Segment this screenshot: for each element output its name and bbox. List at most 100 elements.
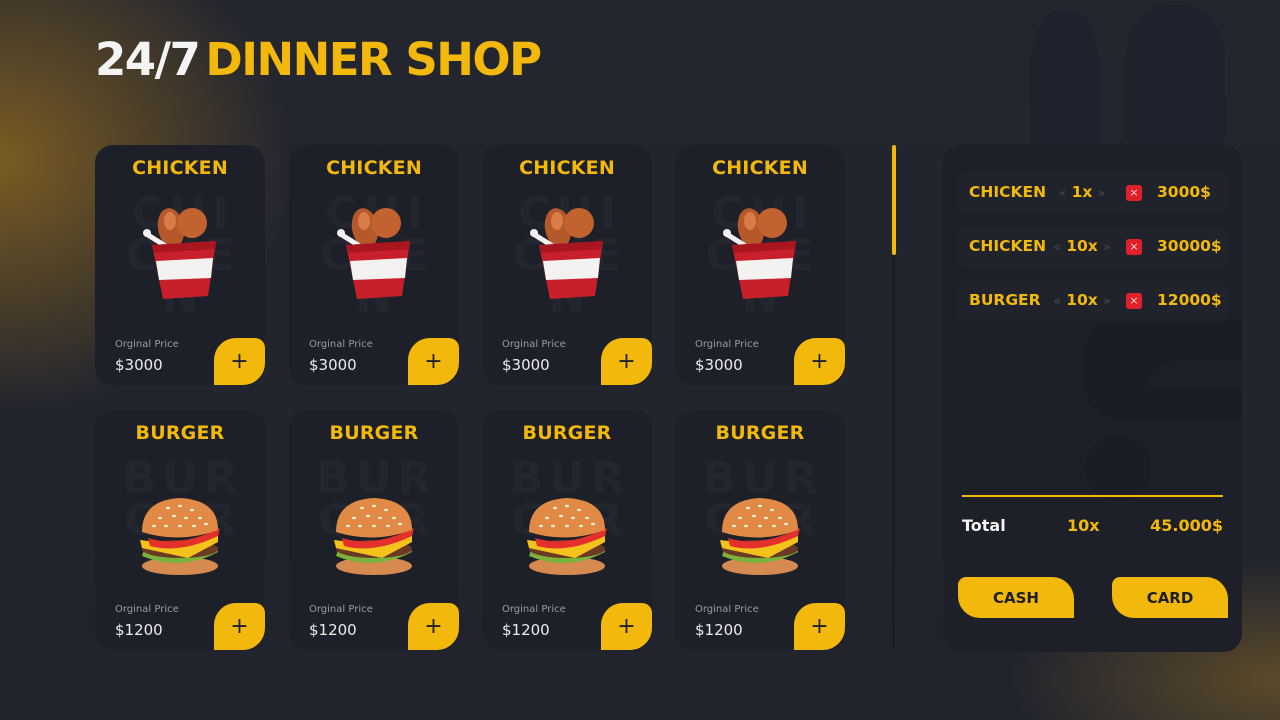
chicken-bucket-icon (143, 208, 216, 299)
plus-icon: + (810, 613, 829, 639)
cart-item-name: BURGER (969, 291, 1041, 309)
chicken-bucket-icon (337, 208, 410, 299)
product-price: $1200 (115, 621, 163, 639)
cart-item-name: CHICKEN (969, 183, 1047, 201)
cart-watermark-icon (1083, 320, 1242, 501)
product-price: $3000 (695, 356, 743, 374)
product-name: CHICKEN (712, 157, 808, 179)
remove-item-button[interactable]: × (1126, 293, 1142, 309)
add-to-cart-button[interactable]: + (794, 338, 845, 385)
chicken-bucket-icon (530, 208, 603, 299)
add-to-cart-button[interactable]: + (408, 603, 459, 650)
background-palm (1125, 5, 1225, 145)
close-icon: × (1129, 186, 1139, 199)
cart-item-price: 12000$ (1157, 291, 1222, 309)
product-price: $3000 (309, 356, 357, 374)
cart-item: BURGER « 10x » × 12000$ (959, 281, 1227, 321)
decrease-quantity-button[interactable]: « (1053, 240, 1060, 254)
increase-quantity-button[interactable]: » (1098, 186, 1105, 200)
price-label: Orginal Price (309, 339, 373, 350)
product-price: $3000 (115, 356, 163, 374)
product-card: CHICKENCHICKEN Orginal Price$3000+ (289, 145, 459, 385)
cart-item-price: 3000$ (1157, 183, 1211, 201)
product-card: BURGERBURGER Orginal Price$1200+ (482, 410, 652, 650)
add-to-cart-button[interactable]: + (408, 338, 459, 385)
product-name: BURGER (715, 422, 805, 444)
product-card: BURGERBURGER Orginal Price$1200+ (289, 410, 459, 650)
remove-item-button[interactable]: × (1126, 185, 1142, 201)
product-image (517, 193, 617, 303)
product-card: CHICKENCHICKEN Orginal Price$3000+ (95, 145, 265, 385)
add-to-cart-button[interactable]: + (214, 338, 265, 385)
add-to-cart-button[interactable]: + (601, 603, 652, 650)
product-name: BURGER (522, 422, 612, 444)
product-name: CHICKEN (326, 157, 422, 179)
title-prefix: 24/7 (95, 33, 201, 86)
increase-quantity-button[interactable]: » (1103, 240, 1110, 254)
product-card: CHICKENCHICKEN Orginal Price$3000+ (482, 145, 652, 385)
cart-panel: CHICKEN « 1x » × 3000$ CHICKEN « 10x » × 30000$… (943, 145, 1242, 652)
cart-item-name: CHICKEN (969, 237, 1047, 255)
product-image (130, 472, 230, 582)
product-card: BURGERBURGER Orginal Price$1200+ (675, 410, 845, 650)
increase-quantity-button[interactable]: » (1103, 294, 1110, 308)
price-label: Orginal Price (309, 604, 373, 615)
plus-icon: + (617, 613, 636, 639)
product-image (710, 472, 810, 582)
scrollbar-thumb[interactable] (892, 145, 896, 255)
price-label: Orginal Price (502, 604, 566, 615)
burger-icon (527, 498, 607, 575)
plus-icon: + (230, 348, 249, 374)
total-label: Total (962, 516, 1006, 535)
card-button[interactable]: CARD (1112, 577, 1228, 618)
remove-item-button[interactable]: × (1126, 239, 1142, 255)
product-name: CHICKEN (132, 157, 228, 179)
product-image (517, 472, 617, 582)
burger-icon (720, 498, 800, 575)
product-price: $1200 (502, 621, 550, 639)
decrease-quantity-button[interactable]: « (1053, 294, 1060, 308)
product-image (130, 193, 230, 303)
cart-item-quantity: 10x (1066, 237, 1098, 255)
product-price: $3000 (502, 356, 550, 374)
plus-icon: + (424, 613, 443, 639)
cash-button[interactable]: CASH (958, 577, 1074, 618)
price-label: Orginal Price (695, 339, 759, 350)
plus-icon: + (617, 348, 636, 374)
price-label: Orginal Price (695, 604, 759, 615)
product-card: BURGERBURGER Orginal Price$1200+ (95, 410, 265, 650)
plus-icon: + (810, 348, 829, 374)
price-label: Orginal Price (115, 604, 179, 615)
quantity-stepper: « 10x » (1052, 237, 1112, 255)
product-name: CHICKEN (519, 157, 615, 179)
product-card: CHICKENCHICKEN Orginal Price$3000+ (675, 145, 845, 385)
price-label: Orginal Price (502, 339, 566, 350)
product-price: $1200 (309, 621, 357, 639)
burger-icon (140, 498, 220, 575)
chicken-bucket-icon (723, 208, 796, 299)
product-name: BURGER (135, 422, 225, 444)
close-icon: × (1129, 294, 1139, 307)
product-image (324, 472, 424, 582)
title-main: DINNER SHOP (205, 33, 542, 86)
cart-item-quantity: 1x (1071, 183, 1093, 201)
add-to-cart-button[interactable]: + (601, 338, 652, 385)
close-icon: × (1129, 240, 1139, 253)
product-image (324, 193, 424, 303)
add-to-cart-button[interactable]: + (214, 603, 265, 650)
cart-item-quantity: 10x (1066, 291, 1098, 309)
total-quantity: 10x (1067, 516, 1100, 535)
plus-icon: + (230, 613, 249, 639)
cart-item: CHICKEN « 1x » × 3000$ (959, 173, 1227, 213)
page-title: 24/7 DINNER SHOP (95, 33, 542, 86)
total-amount: 45.000$ (1150, 516, 1223, 535)
burger-icon (334, 498, 414, 575)
plus-icon: + (424, 348, 443, 374)
cart-item-price: 30000$ (1157, 237, 1222, 255)
product-image (710, 193, 810, 303)
quantity-stepper: « 10x » (1052, 291, 1112, 309)
add-to-cart-button[interactable]: + (794, 603, 845, 650)
cart-divider (962, 495, 1223, 497)
price-label: Orginal Price (115, 339, 179, 350)
decrease-quantity-button[interactable]: « (1059, 186, 1066, 200)
